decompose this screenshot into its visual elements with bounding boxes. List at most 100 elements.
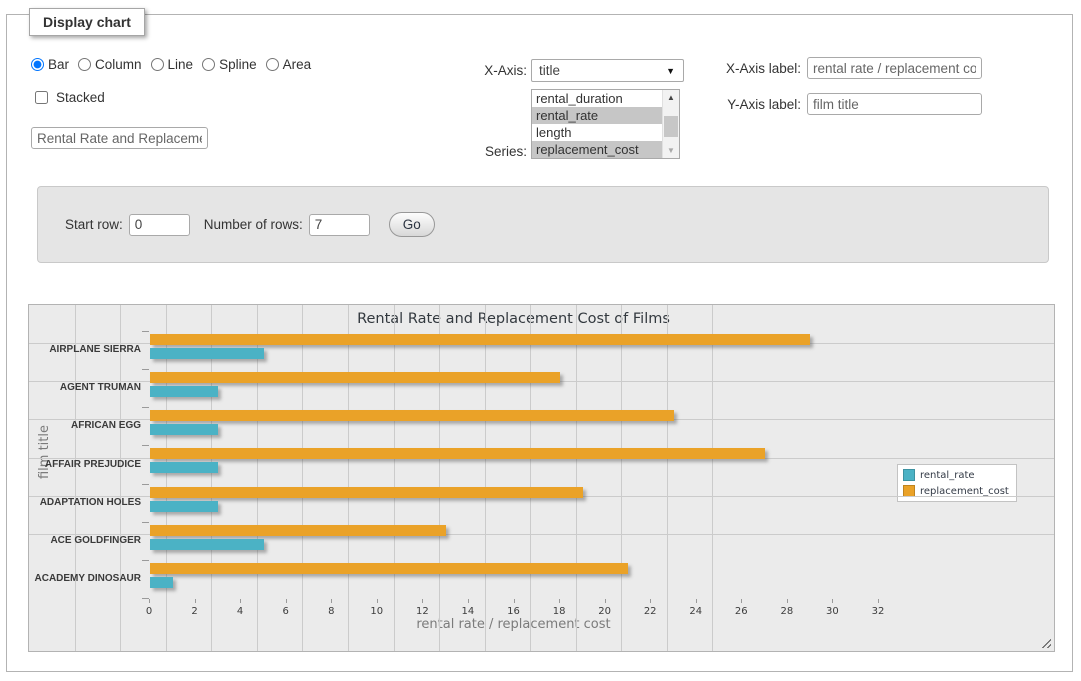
scrollbar-thumb[interactable] bbox=[664, 116, 678, 137]
bar-replacement_cost[interactable] bbox=[150, 334, 810, 345]
x-axis-tick bbox=[741, 599, 742, 603]
stacked-checkbox[interactable] bbox=[35, 91, 48, 104]
x-axis-tick bbox=[377, 599, 378, 603]
fieldset-legend: Display chart bbox=[29, 8, 145, 36]
page: { "panel": { "legend": "Display chart" }… bbox=[0, 0, 1081, 681]
radio-spline[interactable] bbox=[202, 58, 215, 71]
category-label: ACADEMY DINOSAUR bbox=[29, 573, 141, 584]
x-axis-tick bbox=[650, 599, 651, 603]
x-axis-select-label: X-Axis: bbox=[387, 59, 527, 82]
gridline-vertical bbox=[348, 305, 349, 651]
radio-label: Area bbox=[283, 57, 312, 72]
series-listbox[interactable]: rental_durationrental_ratelengthreplacem… bbox=[531, 89, 680, 159]
category-label: AFRICAN EGG bbox=[29, 420, 141, 431]
radio-label: Line bbox=[168, 57, 194, 72]
gridline-vertical bbox=[302, 305, 303, 651]
chart-canvas: Rental Rate and Replacement Cost of Film… bbox=[29, 305, 1054, 651]
radio-column[interactable] bbox=[78, 58, 91, 71]
chart-type-option-bar[interactable]: Bar bbox=[31, 57, 69, 72]
display-chart-fieldset: Display chart BarColumnLineSplineArea St… bbox=[6, 14, 1073, 672]
x-tick-label: 28 bbox=[772, 606, 802, 617]
x-axis-tick bbox=[696, 599, 697, 603]
radio-label: Column bbox=[95, 57, 142, 72]
y-axis-tick bbox=[142, 445, 149, 446]
go-button[interactable]: Go bbox=[389, 212, 435, 237]
x-axis-title: rental rate / replacement cost bbox=[149, 617, 878, 632]
gridline-vertical bbox=[439, 305, 440, 651]
series-listbox-label: Series: bbox=[387, 140, 527, 163]
x-tick-label: 14 bbox=[453, 606, 483, 617]
legend-swatch-rental_rate bbox=[903, 469, 915, 481]
y-axis-tick bbox=[142, 598, 149, 599]
radio-bar[interactable] bbox=[31, 58, 44, 71]
scroll-down-icon[interactable]: ▼ bbox=[663, 143, 679, 158]
x-axis-tick bbox=[195, 599, 196, 603]
y-axis-tick bbox=[142, 560, 149, 561]
x-axis-tick bbox=[422, 599, 423, 603]
y-axis-label-label: Y-Axis label: bbox=[661, 93, 801, 116]
series-option-replacement_cost[interactable]: replacement_cost bbox=[532, 141, 662, 158]
x-tick-label: 18 bbox=[544, 606, 574, 617]
stacked-row: Stacked bbox=[31, 88, 105, 107]
chart-type-option-area[interactable]: Area bbox=[266, 57, 312, 72]
x-tick-label: 6 bbox=[271, 606, 301, 617]
x-tick-label: 0 bbox=[134, 606, 164, 617]
chart-type-option-column[interactable]: Column bbox=[78, 57, 142, 72]
x-axis-tick bbox=[468, 599, 469, 603]
x-tick-label: 30 bbox=[817, 606, 847, 617]
y-axis-tick bbox=[142, 331, 149, 332]
category-label: ADAPTATION HOLES bbox=[29, 497, 141, 508]
bar-rental_rate[interactable] bbox=[150, 424, 218, 435]
bar-rental_rate[interactable] bbox=[150, 462, 218, 473]
chart-type-option-line[interactable]: Line bbox=[151, 57, 194, 72]
bar-replacement_cost[interactable] bbox=[150, 410, 674, 421]
legend-item: rental_rate bbox=[903, 469, 1009, 481]
series-option-rental_rate[interactable]: rental_rate bbox=[532, 107, 662, 124]
bar-rental_rate[interactable] bbox=[150, 501, 218, 512]
x-tick-label: 10 bbox=[362, 606, 392, 617]
y-axis-title: film title bbox=[37, 425, 52, 479]
x-axis-tick bbox=[240, 599, 241, 603]
gridline-vertical bbox=[576, 305, 577, 651]
resize-grip-icon[interactable] bbox=[1039, 636, 1051, 648]
gridline-vertical bbox=[75, 305, 76, 651]
x-tick-label: 2 bbox=[180, 606, 210, 617]
x-axis-label-input[interactable] bbox=[807, 57, 982, 79]
x-tick-label: 16 bbox=[499, 606, 529, 617]
radio-line[interactable] bbox=[151, 58, 164, 71]
bar-replacement_cost[interactable] bbox=[150, 487, 583, 498]
series-option-rental_duration[interactable]: rental_duration bbox=[532, 90, 662, 107]
bar-replacement_cost[interactable] bbox=[150, 525, 446, 536]
x-axis-selected-value: title bbox=[539, 60, 560, 81]
category-label: AIRPLANE SIERRA bbox=[29, 344, 141, 355]
chart-panel: Rental Rate and Replacement Cost of Film… bbox=[28, 304, 1055, 652]
y-axis-label-input[interactable] bbox=[807, 93, 982, 115]
series-option-length[interactable]: length bbox=[532, 124, 662, 141]
x-tick-label: 12 bbox=[407, 606, 437, 617]
start-row-label: Start row: bbox=[65, 217, 123, 232]
chart-type-group: Bar Column Line Spline Area bbox=[31, 57, 311, 72]
gridline-vertical bbox=[120, 305, 121, 651]
bar-rental_rate[interactable] bbox=[150, 386, 218, 397]
stacked-label: Stacked bbox=[56, 90, 105, 105]
radio-area[interactable] bbox=[266, 58, 279, 71]
start-row-input[interactable] bbox=[129, 214, 190, 236]
x-axis-tick bbox=[787, 599, 788, 603]
gridline-vertical bbox=[530, 305, 531, 651]
bar-rental_rate[interactable] bbox=[150, 539, 264, 550]
num-rows-input[interactable] bbox=[309, 214, 370, 236]
bar-replacement_cost[interactable] bbox=[150, 563, 628, 574]
radio-label: Bar bbox=[48, 57, 69, 72]
bar-replacement_cost[interactable] bbox=[150, 372, 560, 383]
bar-replacement_cost[interactable] bbox=[150, 448, 765, 459]
x-tick-label: 32 bbox=[863, 606, 893, 617]
bar-rental_rate[interactable] bbox=[150, 348, 264, 359]
x-axis-tick bbox=[832, 599, 833, 603]
y-axis-tick bbox=[142, 522, 149, 523]
num-rows-label: Number of rows: bbox=[204, 217, 303, 232]
chart-type-option-spline[interactable]: Spline bbox=[202, 57, 257, 72]
bar-rental_rate[interactable] bbox=[150, 577, 173, 588]
chart-title-input[interactable] bbox=[31, 127, 208, 149]
x-axis-label-label: X-Axis label: bbox=[661, 57, 801, 80]
x-axis-tick bbox=[331, 599, 332, 603]
